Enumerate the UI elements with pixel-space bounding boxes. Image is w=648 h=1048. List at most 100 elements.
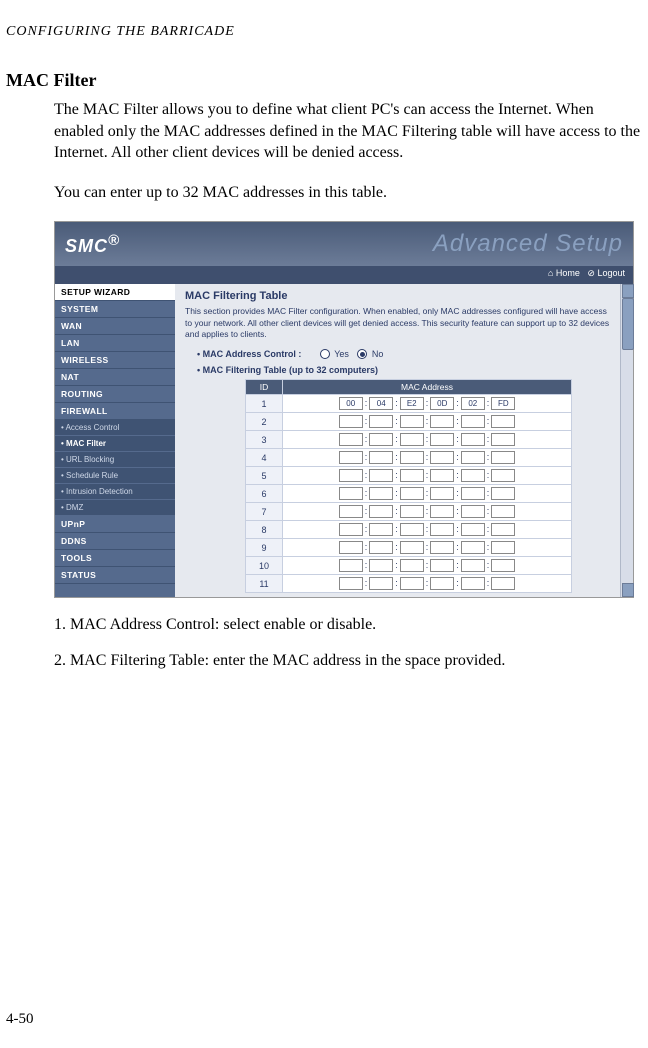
content-scrollbar[interactable] bbox=[620, 284, 633, 597]
mac-octet-input[interactable] bbox=[430, 451, 454, 464]
mac-octet-input[interactable] bbox=[491, 433, 515, 446]
sidebar-status[interactable]: STATUS bbox=[55, 567, 175, 584]
sidebar-nat[interactable]: NAT bbox=[55, 369, 175, 386]
mac-octet-input[interactable] bbox=[369, 451, 393, 464]
mac-octet-input[interactable] bbox=[369, 487, 393, 500]
mac-octet-input[interactable] bbox=[491, 577, 515, 590]
radio-no[interactable] bbox=[357, 349, 367, 359]
scroll-up-icon[interactable] bbox=[622, 284, 634, 298]
mac-octet-input[interactable] bbox=[461, 505, 485, 518]
radio-yes[interactable] bbox=[320, 349, 330, 359]
mac-octet-input[interactable] bbox=[400, 541, 424, 554]
mac-octet-input[interactable]: 04 bbox=[369, 397, 393, 410]
sidebar-wan[interactable]: WAN bbox=[55, 318, 175, 335]
sidebar-upnp[interactable]: UPnP bbox=[55, 516, 175, 533]
mac-octet-input[interactable] bbox=[339, 451, 363, 464]
logout-icon[interactable]: ⊘ bbox=[587, 268, 595, 278]
sidebar-firewall[interactable]: FIREWALL bbox=[55, 403, 175, 420]
sidebar-sub-schedule-rule[interactable]: Schedule Rule bbox=[55, 468, 175, 484]
mac-octet-input[interactable] bbox=[430, 469, 454, 482]
mac-octet-input[interactable] bbox=[430, 577, 454, 590]
mac-octet-input[interactable] bbox=[339, 559, 363, 572]
row-mac-cell: ::::: bbox=[283, 467, 572, 485]
mac-octet-input[interactable] bbox=[339, 541, 363, 554]
mac-octet-input[interactable] bbox=[369, 541, 393, 554]
mac-octet-input[interactable] bbox=[369, 505, 393, 518]
sidebar-sub-mac-filter[interactable]: MAC Filter bbox=[55, 436, 175, 452]
mac-octet-input[interactable] bbox=[491, 487, 515, 500]
mac-octet-input[interactable] bbox=[339, 487, 363, 500]
mac-octet-input[interactable] bbox=[461, 415, 485, 428]
mac-octet-input[interactable]: 0D bbox=[430, 397, 454, 410]
mac-octet-input[interactable] bbox=[369, 577, 393, 590]
mac-octet-input[interactable] bbox=[461, 433, 485, 446]
mac-octet-input[interactable] bbox=[400, 487, 424, 500]
mac-octet-input[interactable] bbox=[339, 433, 363, 446]
section-heading: MAC Filter bbox=[6, 70, 648, 91]
mac-octet-input[interactable] bbox=[491, 505, 515, 518]
sidebar-system[interactable]: SYSTEM bbox=[55, 301, 175, 318]
mac-octet-input[interactable] bbox=[461, 487, 485, 500]
mac-octet-input[interactable] bbox=[339, 505, 363, 518]
sidebar-routing[interactable]: ROUTING bbox=[55, 386, 175, 403]
mac-octet-input[interactable]: FD bbox=[491, 397, 515, 410]
mac-octet-input[interactable] bbox=[369, 433, 393, 446]
mac-octet-input[interactable] bbox=[491, 541, 515, 554]
sidebar-ddns[interactable]: DDNS bbox=[55, 533, 175, 550]
mac-octet-input[interactable] bbox=[400, 559, 424, 572]
scroll-thumb[interactable] bbox=[622, 298, 634, 350]
sidebar-sub-url-blocking[interactable]: URL Blocking bbox=[55, 452, 175, 468]
mac-octet-input[interactable] bbox=[339, 415, 363, 428]
mac-octet-input[interactable] bbox=[430, 505, 454, 518]
mac-octet-input[interactable] bbox=[491, 523, 515, 536]
scroll-down-icon[interactable] bbox=[622, 583, 634, 597]
mac-octet-input[interactable] bbox=[430, 415, 454, 428]
mac-octet-input[interactable] bbox=[400, 523, 424, 536]
sidebar-sub-access-control[interactable]: Access Control bbox=[55, 420, 175, 436]
mac-octet-input[interactable] bbox=[369, 523, 393, 536]
mac-octet-input[interactable] bbox=[430, 523, 454, 536]
sidebar-wireless[interactable]: WIRELESS bbox=[55, 352, 175, 369]
table-row: 10::::: bbox=[246, 557, 572, 575]
nav-home-link[interactable]: Home bbox=[556, 268, 580, 278]
mac-octet-input[interactable] bbox=[400, 415, 424, 428]
mac-octet-input[interactable] bbox=[491, 415, 515, 428]
mac-octet-input[interactable] bbox=[430, 433, 454, 446]
mac-octet-input[interactable] bbox=[339, 523, 363, 536]
sidebar-setup-wizard[interactable]: SETUP WIZARD bbox=[55, 284, 175, 301]
mac-octet-input[interactable] bbox=[491, 451, 515, 464]
mac-octet-input[interactable] bbox=[430, 559, 454, 572]
mac-octet-input[interactable] bbox=[430, 487, 454, 500]
mac-octet-input[interactable]: 00 bbox=[339, 397, 363, 410]
mac-octet-input[interactable] bbox=[339, 469, 363, 482]
mac-octet-input[interactable] bbox=[400, 451, 424, 464]
sidebar-lan[interactable]: LAN bbox=[55, 335, 175, 352]
mac-octet-input[interactable] bbox=[461, 577, 485, 590]
mac-octet-input[interactable] bbox=[369, 415, 393, 428]
mac-octet-input[interactable] bbox=[369, 559, 393, 572]
mac-octet-input[interactable] bbox=[339, 577, 363, 590]
mac-octet-input[interactable] bbox=[491, 469, 515, 482]
row-mac-cell: ::::: bbox=[283, 557, 572, 575]
mac-octet-input[interactable] bbox=[400, 577, 424, 590]
sidebar-tools[interactable]: TOOLS bbox=[55, 550, 175, 567]
table-row: 2::::: bbox=[246, 413, 572, 431]
mac-octet-input[interactable] bbox=[461, 541, 485, 554]
mac-octet-input[interactable] bbox=[369, 469, 393, 482]
mac-octet-input[interactable] bbox=[461, 559, 485, 572]
mac-octet-input[interactable] bbox=[491, 559, 515, 572]
mac-octet-input[interactable] bbox=[400, 505, 424, 518]
mac-octet-input[interactable] bbox=[461, 451, 485, 464]
nav-logout-link[interactable]: Logout bbox=[597, 268, 625, 278]
mac-octet-input[interactable]: 02 bbox=[461, 397, 485, 410]
sidebar-sub-dmz[interactable]: DMZ bbox=[55, 500, 175, 516]
sidebar-sub-intrusion-detection[interactable]: Intrusion Detection bbox=[55, 484, 175, 500]
home-icon[interactable]: ⌂ bbox=[548, 268, 553, 278]
mac-octet-input[interactable] bbox=[400, 433, 424, 446]
mac-octet-input[interactable] bbox=[400, 469, 424, 482]
mac-octet-input[interactable] bbox=[461, 469, 485, 482]
mac-octet-input[interactable] bbox=[461, 523, 485, 536]
row-id: 11 bbox=[246, 575, 283, 593]
mac-octet-input[interactable]: E2 bbox=[400, 397, 424, 410]
mac-octet-input[interactable] bbox=[430, 541, 454, 554]
